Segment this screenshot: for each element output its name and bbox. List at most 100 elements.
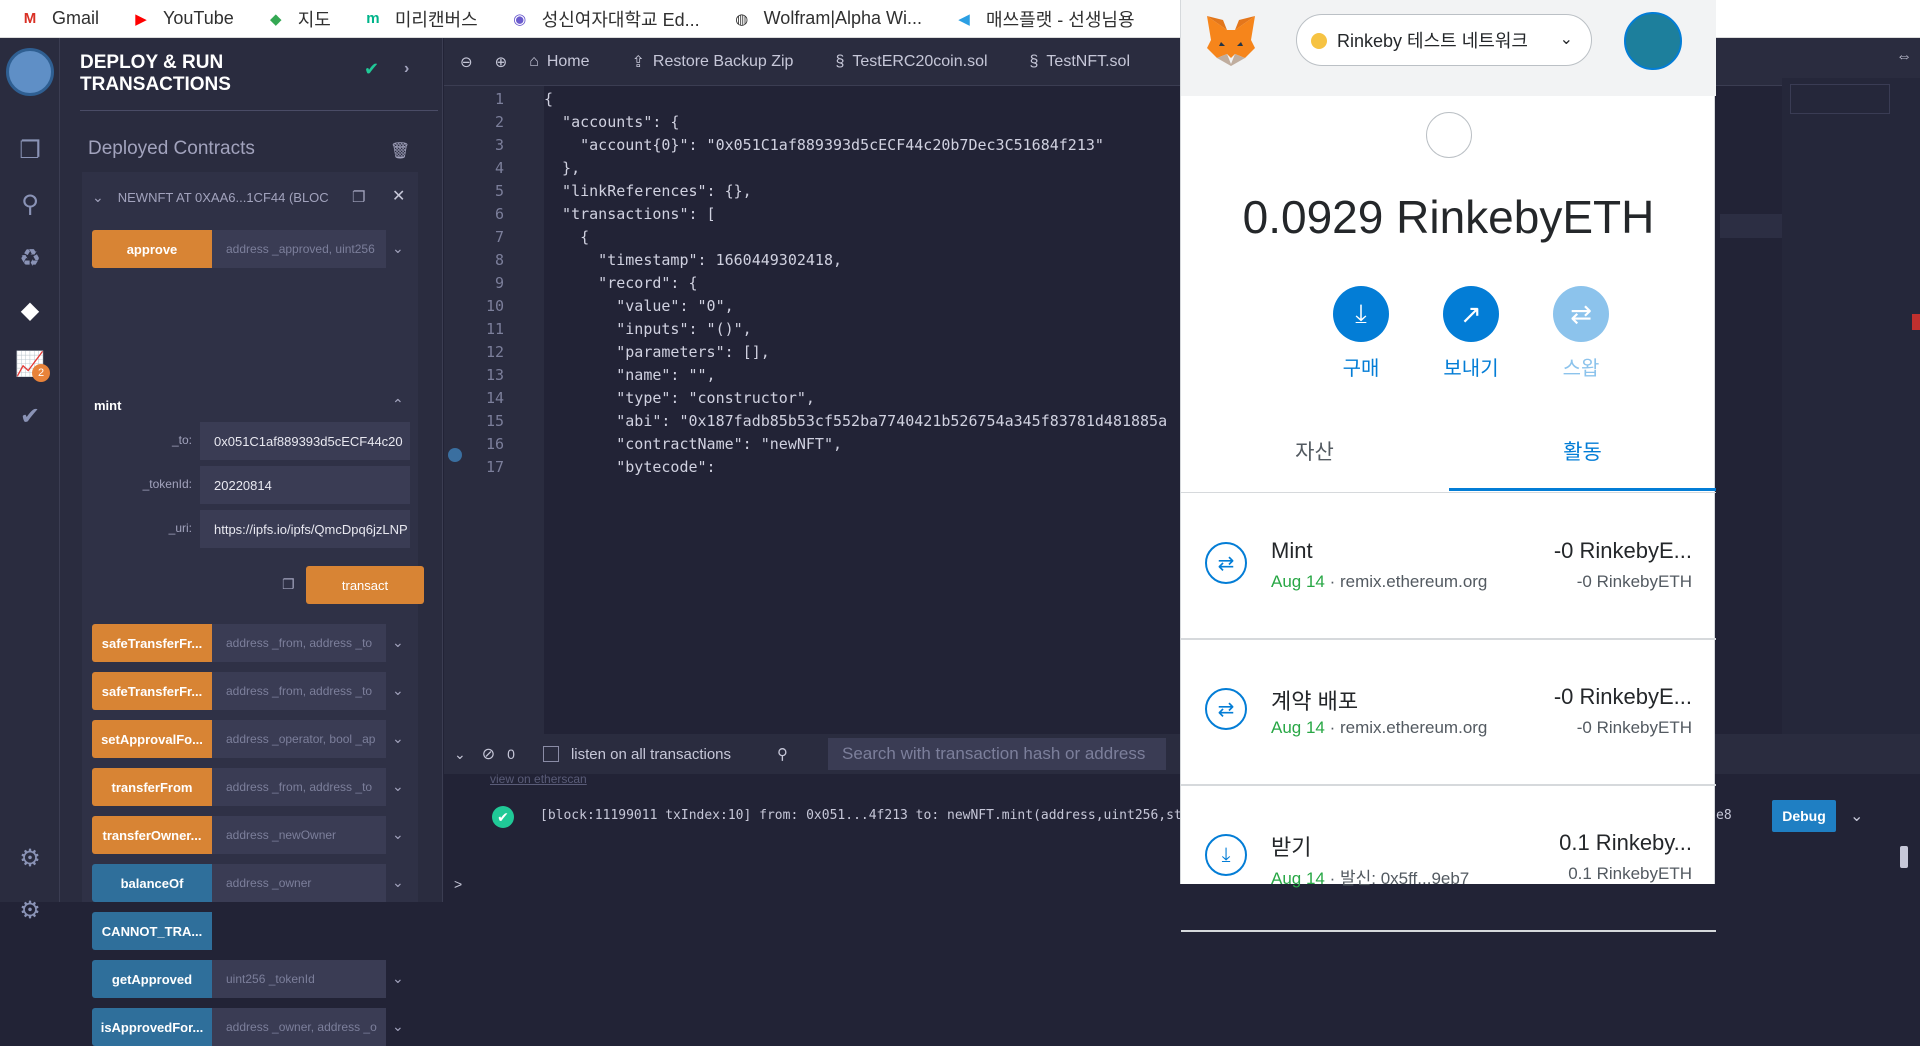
chevron-down-icon[interactable]: ⌄ [392,240,404,257]
chevron-down-icon[interactable]: ⌄ [392,730,404,747]
function-button[interactable]: transferOwner... [92,816,212,854]
etherscan-link[interactable]: view on etherscan [490,772,587,786]
param-input[interactable]: 0x051C1af889393d5cECF44c20 [200,422,410,460]
deploy-run-icon[interactable]: ◆ [0,290,60,330]
function-args-input[interactable]: uint256 _tokenId [212,960,386,998]
chevron-down-icon[interactable]: ⌄ [392,874,404,891]
line-number: 2 [494,113,504,131]
function-button[interactable]: approve [92,230,212,268]
bookmark-item[interactable]: ◆ 지도 [264,6,331,32]
tab-assets[interactable]: 자산 [1181,436,1448,466]
close-icon[interactable]: ✕ [392,186,405,206]
tx-origin: · remix.ethereum.org [1324,572,1488,591]
function-args-input[interactable]: address _owner, address _o [212,1008,386,1046]
settings-icon[interactable]: ⚙ [0,890,60,930]
copy-calldata-icon[interactable]: ❐ [282,576,295,593]
action-buy-button[interactable]: ⤓ 구매 [1321,286,1401,381]
check-icon: ✔ [364,59,380,79]
search-icon: ⚲ [777,746,789,763]
param-input[interactable]: https://ipfs.io/ipfs/QmcDpq6jzLNP [200,510,410,548]
editor-tab[interactable]: ⌂ Home [529,53,589,71]
function-button[interactable]: isApprovedFor... [92,1008,212,1046]
copy-icon[interactable]: ❐ [352,188,365,206]
remix-logo[interactable] [6,48,54,96]
transact-button[interactable]: transact [306,566,424,604]
mint-param-row: _tokenId: 20220814 [92,466,412,504]
editor-tab[interactable]: § TestNFT.sol [1030,53,1130,71]
chevron-down-icon[interactable]: ⌄ [392,1018,404,1035]
chevron-down-icon[interactable]: ⌄ [454,746,466,763]
gmail-icon: M [23,10,37,27]
bookmark-item[interactable]: m 미리캔버스 [361,6,477,32]
chevron-down-icon[interactable]: ⌄ [92,189,104,206]
send-arrow-icon: ↗ [1443,286,1499,342]
function-args-input[interactable]: address _operator, bool _ap [212,720,386,758]
solidity-compiler-icon[interactable]: ♻ [0,238,60,278]
activity-item[interactable]: ⤓ 받기 Aug 14 · 발신: 0x5ff...9eb7 0.1 Rinkeby.… [1181,790,1716,932]
chevron-down-icon[interactable]: ⌄ [392,778,404,795]
function-button[interactable]: safeTransferFr... [92,672,212,710]
analysis-icon[interactable]: 📈 2 [0,344,60,384]
activity-item[interactable]: ⇄ 계약 배포 Aug 14 · remix.ethereum.org -0 Rink… [1181,644,1716,786]
tab-divider [1181,492,1716,493]
bookmark-item[interactable]: ◍ Wolfram|Alpha Wi... [730,8,922,29]
network-selector[interactable]: Rinkeby 테스트 네트워크 ⌄ [1296,14,1592,66]
terminal-search-input[interactable]: Search with transaction hash or address [828,738,1166,770]
function-args-input[interactable]: address _from, address _to [212,624,386,662]
tab-activity[interactable]: 활동 [1449,436,1716,466]
function-button[interactable]: safeTransferFr... [92,624,212,662]
function-args-input[interactable]: address _newOwner [212,816,386,854]
param-input[interactable]: 20220814 [200,466,410,504]
activity-item[interactable]: ⇄ Mint Aug 14 · remix.ethereum.org -0 Rinke… [1181,498,1716,640]
trash-icon[interactable]: 🗑 [390,141,410,161]
function-button[interactable]: getApproved [92,960,212,998]
terminal-scrollbar[interactable] [1900,846,1908,868]
function-args-input[interactable]: address _owner [212,864,386,902]
notification-badge: 2 [32,364,50,382]
function-button[interactable]: CANNOT_TRA... [92,912,212,950]
account-identicon[interactable] [1426,112,1472,158]
zoom-in-icon[interactable]: ⊕ [495,53,508,71]
contract-header[interactable]: ⌄ NEWNFT AT 0XAA6...1CF44 (BLOC ❐ ✕ [82,172,418,222]
editor-tab[interactable]: ⇪ Restore Backup Zip [632,52,794,72]
chevron-down-icon[interactable]: ⌄ [392,634,404,651]
bookmark-item[interactable]: ◀ 매쓰플랫 - 선생님용 [952,6,1134,32]
account-avatar[interactable] [1624,12,1682,70]
chevron-down-icon[interactable]: ⌄ [392,970,404,987]
tx-log-line: [block:11199011 txIndex:10] from: 0x051.… [540,808,1214,823]
function-row: balanceOf address _owner ⌄ [92,864,412,902]
line-number: 11 [485,320,504,338]
zoom-out-icon[interactable]: ⊖ [460,53,473,71]
debug-button[interactable]: Debug [1772,800,1836,832]
chevron-down-icon[interactable]: ⌄ [392,682,404,699]
terminal-prompt[interactable]: > [454,876,462,892]
chevron-up-icon[interactable]: ⌃ [392,396,404,413]
clear-icon[interactable]: ⊘ [482,744,495,764]
function-row: transferOwner... address _newOwner ⌄ [92,816,412,854]
action-send-button[interactable]: ↗ 보내기 [1431,286,1511,381]
function-row: safeTransferFr... address _from, address … [92,624,412,662]
function-button[interactable]: transferFrom [92,768,212,806]
tx-origin: · remix.ethereum.org [1324,718,1488,737]
file-explorer-icon[interactable]: ❐ [0,130,60,170]
search-icon[interactable]: ⚲ [0,184,60,224]
listen-checkbox[interactable] [542,746,559,762]
tx-name: 계약 배포 [1271,689,1359,714]
function-button[interactable]: balanceOf [92,864,212,902]
bookmark-item[interactable]: ▶ YouTube [129,8,234,29]
chevron-right-icon[interactable]: › [404,58,409,80]
editor-tab[interactable]: § TestERC20coin.sol [835,53,987,71]
function-args-input[interactable]: address _from, address _to [212,672,386,710]
tests-icon[interactable]: ✔ [0,396,60,436]
bookmark-item[interactable]: M Gmail [18,8,99,29]
plugin-manager-icon[interactable]: ⚙ [0,838,60,878]
bookmark-item[interactable]: ◉ 성신여자대학교 Ed... [508,6,700,32]
minimap-viewport [1790,84,1890,114]
expand-chevron-icon[interactable]: ⌄ [1850,806,1863,826]
function-button[interactable]: setApprovalFo... [92,720,212,758]
chevron-down-icon[interactable]: ⌄ [392,826,404,843]
function-args-input[interactable]: address _approved, uint256 [212,230,386,268]
maximize-icon[interactable]: ⇔ [1896,48,1912,66]
minimap[interactable] [1782,78,1920,738]
function-args-input[interactable]: address _from, address _to [212,768,386,806]
